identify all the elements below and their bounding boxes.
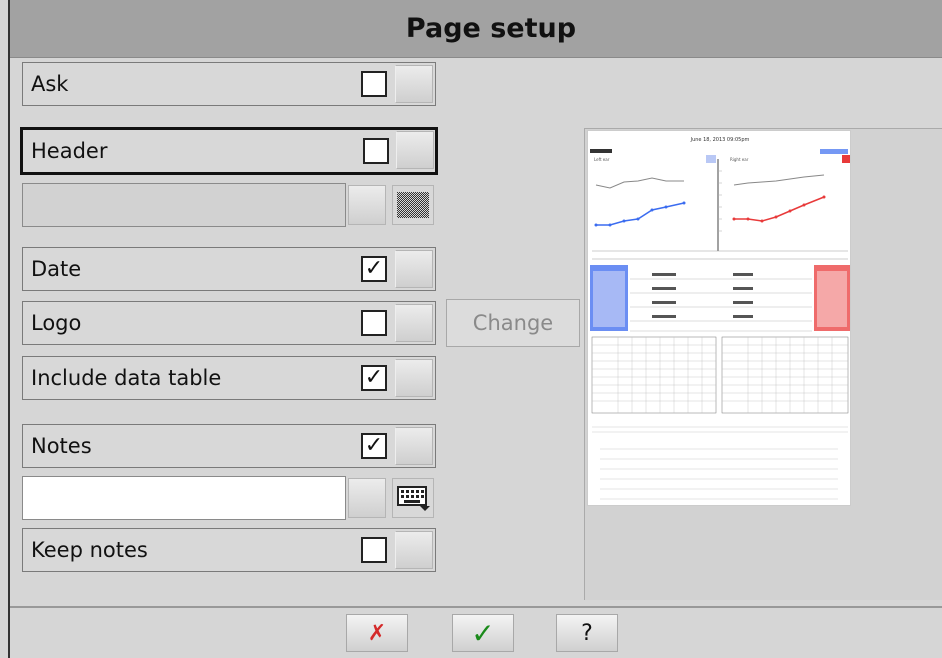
window-title: Page setup <box>405 13 577 44</box>
option-date[interactable]: Date ✓ <box>22 247 436 291</box>
option-include-data-table-label: Include data table <box>31 366 222 390</box>
svg-text:Left ear: Left ear <box>594 157 610 162</box>
help-icon: ? <box>581 620 593 646</box>
date-checkbox[interactable]: ✓ <box>361 256 387 282</box>
change-logo-button[interactable]: Change <box>446 299 580 347</box>
logo-checkbox[interactable] <box>361 310 387 336</box>
title-bar: Page setup <box>10 0 942 58</box>
notes-field-button[interactable] <box>348 478 386 518</box>
notes-text-field[interactable] <box>22 476 346 520</box>
notes-toggle-button[interactable] <box>395 427 433 465</box>
ok-button[interactable]: ✓ <box>452 614 514 652</box>
notes-checkbox[interactable]: ✓ <box>361 433 387 459</box>
logo-toggle-button[interactable] <box>395 304 433 342</box>
keyboard-icon <box>397 486 430 511</box>
header-toggle-button[interactable] <box>396 131 434 169</box>
keep-notes-checkbox[interactable] <box>361 537 387 563</box>
ask-toggle-button[interactable] <box>395 65 433 103</box>
preview-title: June 18, 2013 09:05pm <box>690 137 750 143</box>
date-toggle-button[interactable] <box>395 250 433 288</box>
option-ask[interactable]: Ask <box>22 62 436 106</box>
header-text-field[interactable] <box>22 183 346 227</box>
option-notes[interactable]: Notes ✓ <box>22 424 436 468</box>
ask-checkbox[interactable] <box>361 71 387 97</box>
page-setup-window: Page setup Ask Header Date ✓ Logo Change… <box>0 0 942 658</box>
keyboard-icon-disabled <box>397 192 429 218</box>
page-preview: June 18, 2013 09:05pm Left ear Right ear <box>587 130 851 506</box>
cancel-icon: ✗ <box>367 620 387 646</box>
header-text-row <box>22 183 436 227</box>
header-keyboard-button[interactable] <box>392 185 434 225</box>
option-include-data-table[interactable]: Include data table ✓ <box>22 356 436 400</box>
include-data-table-toggle-button[interactable] <box>395 359 433 397</box>
checkmark-icon: ✓ <box>471 616 495 650</box>
option-header[interactable]: Header <box>20 127 438 175</box>
header-checkbox[interactable] <box>363 138 389 164</box>
option-logo-label: Logo <box>31 311 82 335</box>
option-header-label: Header <box>31 139 108 163</box>
keep-notes-toggle-button[interactable] <box>395 531 433 569</box>
include-data-table-checkbox[interactable]: ✓ <box>361 365 387 391</box>
svg-text:Right ear: Right ear <box>730 157 749 162</box>
help-button[interactable]: ? <box>556 614 618 652</box>
notes-keyboard-button[interactable] <box>392 478 434 518</box>
option-keep-notes[interactable]: Keep notes <box>22 528 436 572</box>
option-date-label: Date <box>31 257 82 281</box>
cancel-button[interactable]: ✗ <box>346 614 408 652</box>
option-keep-notes-label: Keep notes <box>31 538 148 562</box>
window-border <box>8 0 10 658</box>
header-field-button[interactable] <box>348 185 386 225</box>
option-ask-label: Ask <box>31 72 69 96</box>
preview-thumbnail: June 18, 2013 09:05pm Left ear Right ear <box>588 131 850 505</box>
notes-text-row <box>22 476 436 520</box>
option-logo[interactable]: Logo <box>22 301 436 345</box>
option-notes-label: Notes <box>31 434 92 458</box>
